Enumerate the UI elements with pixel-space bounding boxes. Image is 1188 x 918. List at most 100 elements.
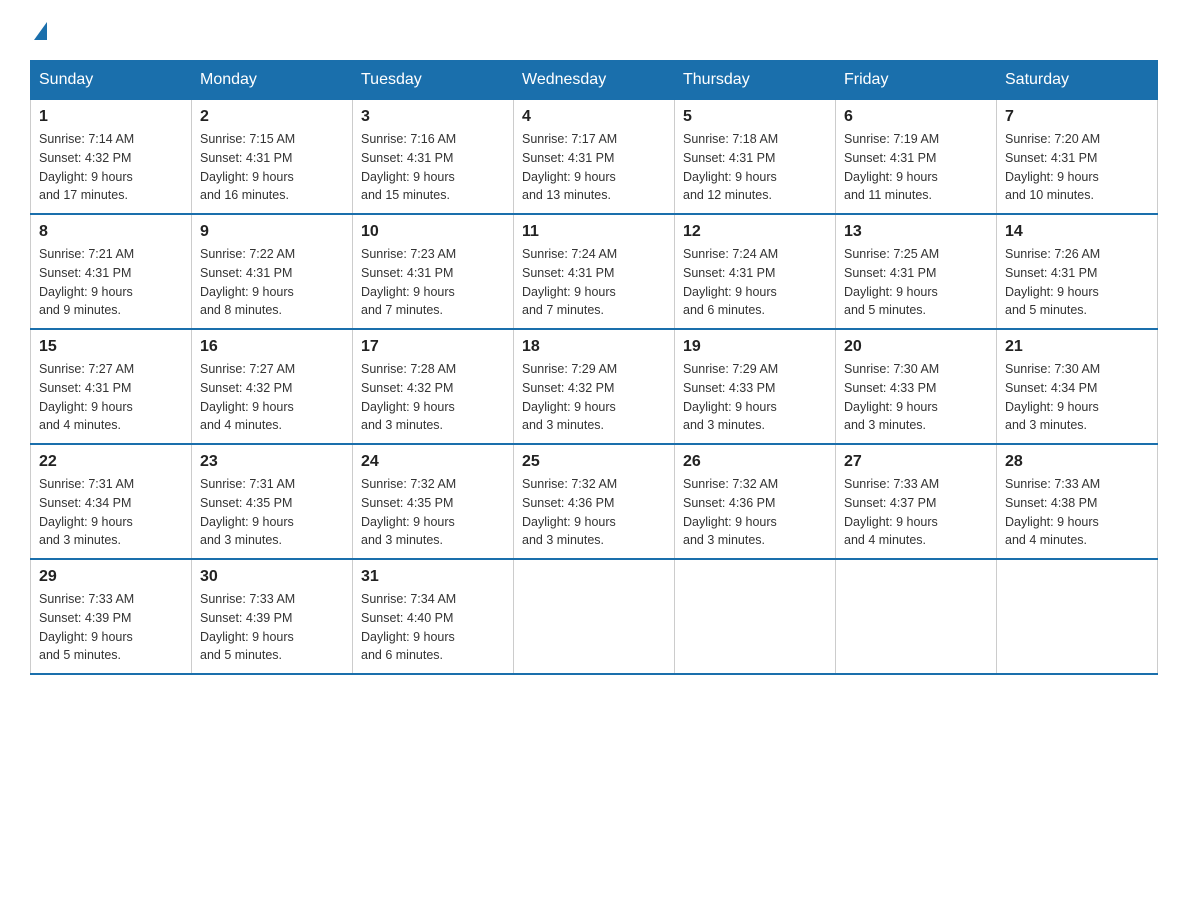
- day-cell: 17 Sunrise: 7:28 AM Sunset: 4:32 PM Dayl…: [353, 329, 514, 444]
- weekday-header-wednesday: Wednesday: [514, 61, 675, 100]
- day-info: Sunrise: 7:19 AM Sunset: 4:31 PM Dayligh…: [844, 130, 988, 205]
- day-info: Sunrise: 7:29 AM Sunset: 4:32 PM Dayligh…: [522, 360, 666, 435]
- day-number: 16: [200, 338, 344, 356]
- day-info: Sunrise: 7:33 AM Sunset: 4:37 PM Dayligh…: [844, 475, 988, 550]
- day-cell: 2 Sunrise: 7:15 AM Sunset: 4:31 PM Dayli…: [192, 100, 353, 215]
- day-number: 30: [200, 568, 344, 586]
- weekday-header-tuesday: Tuesday: [353, 61, 514, 100]
- week-row-5: 29 Sunrise: 7:33 AM Sunset: 4:39 PM Dayl…: [31, 559, 1158, 674]
- day-info: Sunrise: 7:31 AM Sunset: 4:34 PM Dayligh…: [39, 475, 183, 550]
- day-number: 8: [39, 223, 183, 241]
- day-cell: [514, 559, 675, 674]
- day-cell: 10 Sunrise: 7:23 AM Sunset: 4:31 PM Dayl…: [353, 214, 514, 329]
- day-info: Sunrise: 7:21 AM Sunset: 4:31 PM Dayligh…: [39, 245, 183, 320]
- day-cell: 26 Sunrise: 7:32 AM Sunset: 4:36 PM Dayl…: [675, 444, 836, 559]
- day-info: Sunrise: 7:28 AM Sunset: 4:32 PM Dayligh…: [361, 360, 505, 435]
- day-number: 29: [39, 568, 183, 586]
- weekday-header-friday: Friday: [836, 61, 997, 100]
- day-cell: 30 Sunrise: 7:33 AM Sunset: 4:39 PM Dayl…: [192, 559, 353, 674]
- day-number: 5: [683, 108, 827, 126]
- day-number: 22: [39, 453, 183, 471]
- day-info: Sunrise: 7:20 AM Sunset: 4:31 PM Dayligh…: [1005, 130, 1149, 205]
- day-cell: 3 Sunrise: 7:16 AM Sunset: 4:31 PM Dayli…: [353, 100, 514, 215]
- day-number: 7: [1005, 108, 1149, 126]
- week-row-4: 22 Sunrise: 7:31 AM Sunset: 4:34 PM Dayl…: [31, 444, 1158, 559]
- day-cell: 7 Sunrise: 7:20 AM Sunset: 4:31 PM Dayli…: [997, 100, 1158, 215]
- day-cell: [997, 559, 1158, 674]
- day-number: 15: [39, 338, 183, 356]
- day-info: Sunrise: 7:25 AM Sunset: 4:31 PM Dayligh…: [844, 245, 988, 320]
- page-header: [30, 20, 1158, 40]
- day-cell: 16 Sunrise: 7:27 AM Sunset: 4:32 PM Dayl…: [192, 329, 353, 444]
- day-number: 14: [1005, 223, 1149, 241]
- day-info: Sunrise: 7:31 AM Sunset: 4:35 PM Dayligh…: [200, 475, 344, 550]
- day-info: Sunrise: 7:26 AM Sunset: 4:31 PM Dayligh…: [1005, 245, 1149, 320]
- day-info: Sunrise: 7:34 AM Sunset: 4:40 PM Dayligh…: [361, 590, 505, 665]
- day-info: Sunrise: 7:22 AM Sunset: 4:31 PM Dayligh…: [200, 245, 344, 320]
- day-number: 18: [522, 338, 666, 356]
- day-info: Sunrise: 7:33 AM Sunset: 4:38 PM Dayligh…: [1005, 475, 1149, 550]
- day-cell: 24 Sunrise: 7:32 AM Sunset: 4:35 PM Dayl…: [353, 444, 514, 559]
- day-number: 31: [361, 568, 505, 586]
- day-number: 11: [522, 223, 666, 241]
- day-cell: 28 Sunrise: 7:33 AM Sunset: 4:38 PM Dayl…: [997, 444, 1158, 559]
- day-info: Sunrise: 7:30 AM Sunset: 4:34 PM Dayligh…: [1005, 360, 1149, 435]
- day-cell: 31 Sunrise: 7:34 AM Sunset: 4:40 PM Dayl…: [353, 559, 514, 674]
- day-cell: 1 Sunrise: 7:14 AM Sunset: 4:32 PM Dayli…: [31, 100, 192, 215]
- week-row-3: 15 Sunrise: 7:27 AM Sunset: 4:31 PM Dayl…: [31, 329, 1158, 444]
- day-cell: 14 Sunrise: 7:26 AM Sunset: 4:31 PM Dayl…: [997, 214, 1158, 329]
- day-number: 10: [361, 223, 505, 241]
- weekday-header-sunday: Sunday: [31, 61, 192, 100]
- weekday-header-thursday: Thursday: [675, 61, 836, 100]
- day-cell: 21 Sunrise: 7:30 AM Sunset: 4:34 PM Dayl…: [997, 329, 1158, 444]
- day-number: 27: [844, 453, 988, 471]
- day-cell: 25 Sunrise: 7:32 AM Sunset: 4:36 PM Dayl…: [514, 444, 675, 559]
- day-number: 21: [1005, 338, 1149, 356]
- day-cell: 5 Sunrise: 7:18 AM Sunset: 4:31 PM Dayli…: [675, 100, 836, 215]
- day-cell: 18 Sunrise: 7:29 AM Sunset: 4:32 PM Dayl…: [514, 329, 675, 444]
- day-number: 23: [200, 453, 344, 471]
- weekday-header-row: SundayMondayTuesdayWednesdayThursdayFrid…: [31, 61, 1158, 100]
- day-cell: [836, 559, 997, 674]
- calendar-table: SundayMondayTuesdayWednesdayThursdayFrid…: [30, 60, 1158, 675]
- day-info: Sunrise: 7:32 AM Sunset: 4:36 PM Dayligh…: [522, 475, 666, 550]
- day-number: 4: [522, 108, 666, 126]
- day-cell: 4 Sunrise: 7:17 AM Sunset: 4:31 PM Dayli…: [514, 100, 675, 215]
- day-cell: 19 Sunrise: 7:29 AM Sunset: 4:33 PM Dayl…: [675, 329, 836, 444]
- day-info: Sunrise: 7:14 AM Sunset: 4:32 PM Dayligh…: [39, 130, 183, 205]
- day-cell: 6 Sunrise: 7:19 AM Sunset: 4:31 PM Dayli…: [836, 100, 997, 215]
- day-cell: 22 Sunrise: 7:31 AM Sunset: 4:34 PM Dayl…: [31, 444, 192, 559]
- day-cell: 8 Sunrise: 7:21 AM Sunset: 4:31 PM Dayli…: [31, 214, 192, 329]
- day-number: 19: [683, 338, 827, 356]
- day-info: Sunrise: 7:17 AM Sunset: 4:31 PM Dayligh…: [522, 130, 666, 205]
- day-cell: 23 Sunrise: 7:31 AM Sunset: 4:35 PM Dayl…: [192, 444, 353, 559]
- day-number: 13: [844, 223, 988, 241]
- day-number: 9: [200, 223, 344, 241]
- day-number: 2: [200, 108, 344, 126]
- day-cell: 9 Sunrise: 7:22 AM Sunset: 4:31 PM Dayli…: [192, 214, 353, 329]
- day-number: 24: [361, 453, 505, 471]
- day-cell: 15 Sunrise: 7:27 AM Sunset: 4:31 PM Dayl…: [31, 329, 192, 444]
- day-cell: [675, 559, 836, 674]
- day-number: 28: [1005, 453, 1149, 471]
- day-info: Sunrise: 7:32 AM Sunset: 4:35 PM Dayligh…: [361, 475, 505, 550]
- weekday-header-monday: Monday: [192, 61, 353, 100]
- day-info: Sunrise: 7:27 AM Sunset: 4:32 PM Dayligh…: [200, 360, 344, 435]
- day-cell: 13 Sunrise: 7:25 AM Sunset: 4:31 PM Dayl…: [836, 214, 997, 329]
- day-info: Sunrise: 7:24 AM Sunset: 4:31 PM Dayligh…: [683, 245, 827, 320]
- day-info: Sunrise: 7:27 AM Sunset: 4:31 PM Dayligh…: [39, 360, 183, 435]
- day-number: 17: [361, 338, 505, 356]
- day-number: 6: [844, 108, 988, 126]
- weekday-header-saturday: Saturday: [997, 61, 1158, 100]
- day-cell: 27 Sunrise: 7:33 AM Sunset: 4:37 PM Dayl…: [836, 444, 997, 559]
- day-info: Sunrise: 7:33 AM Sunset: 4:39 PM Dayligh…: [39, 590, 183, 665]
- day-number: 25: [522, 453, 666, 471]
- day-cell: 20 Sunrise: 7:30 AM Sunset: 4:33 PM Dayl…: [836, 329, 997, 444]
- day-cell: 29 Sunrise: 7:33 AM Sunset: 4:39 PM Dayl…: [31, 559, 192, 674]
- day-info: Sunrise: 7:16 AM Sunset: 4:31 PM Dayligh…: [361, 130, 505, 205]
- day-cell: 11 Sunrise: 7:24 AM Sunset: 4:31 PM Dayl…: [514, 214, 675, 329]
- day-info: Sunrise: 7:32 AM Sunset: 4:36 PM Dayligh…: [683, 475, 827, 550]
- day-info: Sunrise: 7:33 AM Sunset: 4:39 PM Dayligh…: [200, 590, 344, 665]
- day-info: Sunrise: 7:23 AM Sunset: 4:31 PM Dayligh…: [361, 245, 505, 320]
- week-row-2: 8 Sunrise: 7:21 AM Sunset: 4:31 PM Dayli…: [31, 214, 1158, 329]
